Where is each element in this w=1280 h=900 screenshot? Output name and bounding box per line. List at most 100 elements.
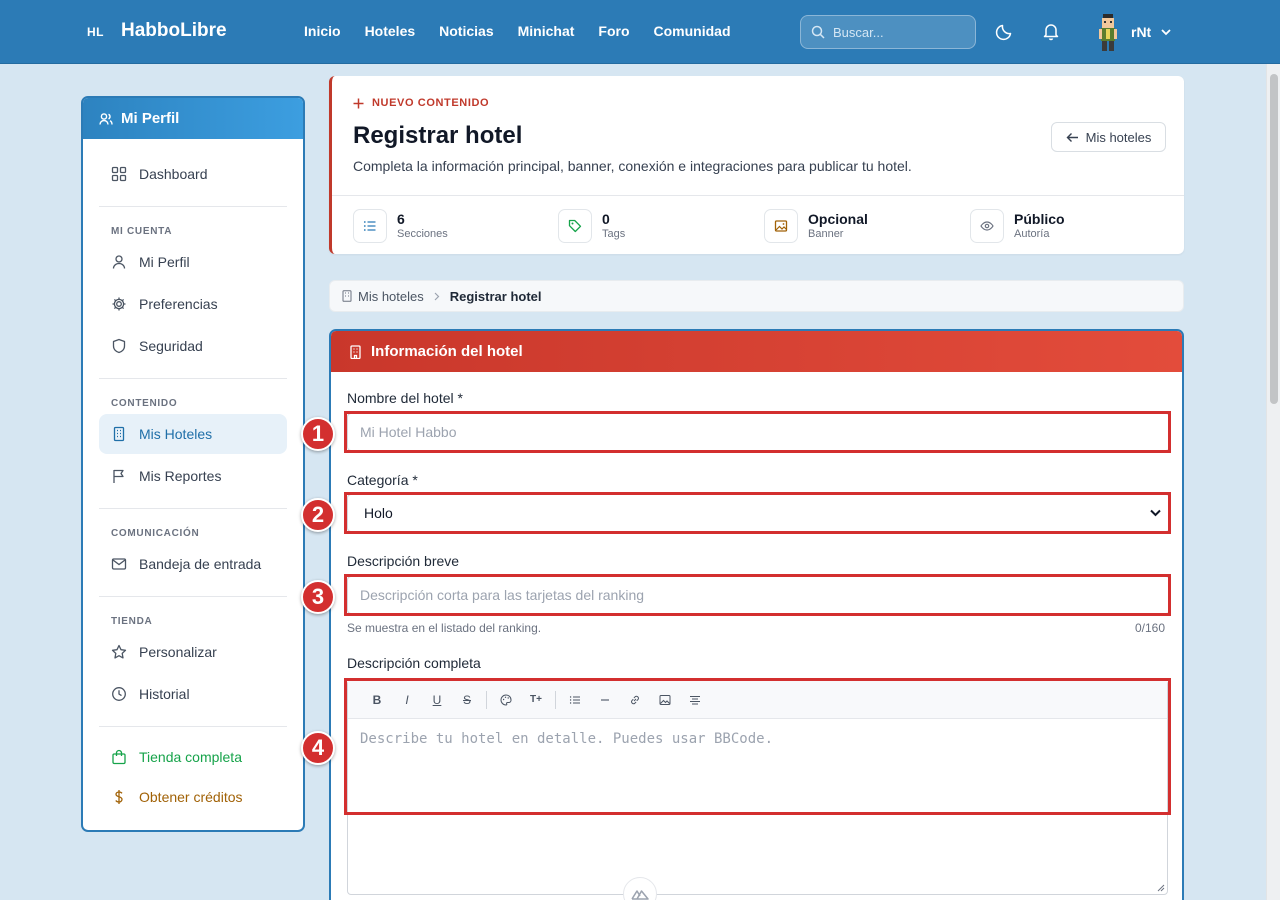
search-box[interactable]	[800, 15, 976, 49]
align-icon	[689, 694, 701, 706]
sidebar-item-get-credits[interactable]: Obtener créditos	[99, 777, 287, 817]
back-to-hotels-button[interactable]: Mis hoteles	[1051, 122, 1166, 152]
section-label-communication: COMUNICACIÓN	[111, 528, 200, 539]
hr-icon	[600, 695, 610, 705]
image-icon	[659, 694, 671, 706]
divider	[99, 596, 287, 597]
sidebar-item-preferences[interactable]: Preferencias	[99, 284, 287, 324]
list-icon	[569, 694, 581, 706]
avatar[interactable]	[1097, 13, 1119, 53]
hotel-name-input[interactable]	[348, 414, 1169, 450]
divider	[332, 195, 1184, 196]
nav-comunidad[interactable]: Comunidad	[654, 23, 731, 39]
breadcrumb-current: Registrar hotel	[449, 288, 542, 304]
character-counter: 0/160	[1135, 621, 1166, 635]
sidebar-title: Mi Perfil	[121, 110, 180, 127]
annotation-marker-4: 4	[301, 731, 335, 765]
sidebar-item-reports[interactable]: Mis Reportes	[99, 456, 287, 496]
sidebar-item-label: Historial	[139, 686, 190, 702]
user-icon	[111, 254, 127, 270]
eye-icon	[970, 209, 1004, 243]
category-selected-value: Holo	[364, 505, 393, 521]
moon-icon[interactable]	[995, 21, 1015, 41]
sidebar-item-label: Dashboard	[139, 166, 208, 182]
list-icon	[353, 209, 387, 243]
sidebar-item-dashboard[interactable]: Dashboard	[99, 154, 287, 194]
font-size-button[interactable]: T+	[521, 687, 551, 713]
chevron-down-icon	[1150, 509, 1161, 517]
strikethrough-button[interactable]: S	[452, 687, 482, 713]
image-icon	[764, 209, 798, 243]
nav-noticias[interactable]: Noticias	[439, 23, 493, 39]
sidebar-item-security[interactable]: Seguridad	[99, 326, 287, 366]
clock-icon	[111, 686, 127, 702]
stat-authorship: Público Autoría	[970, 208, 1065, 244]
scrollbar[interactable]	[1266, 64, 1280, 900]
star-icon	[111, 644, 127, 660]
sidebar-item-profile[interactable]: Mi Perfil	[99, 242, 287, 282]
breadcrumb-parent-link[interactable]: Mis hoteles	[358, 289, 424, 304]
bell-icon[interactable]	[1041, 21, 1061, 41]
resize-handle-icon[interactable]	[1157, 884, 1165, 892]
color-button[interactable]	[491, 687, 521, 713]
new-content-tag: NUEVO CONTENIDO	[353, 97, 489, 109]
sidebar-item-history[interactable]: Historial	[99, 674, 287, 714]
stat-sections: 6 Secciones	[353, 208, 448, 244]
link-icon	[629, 694, 641, 706]
short-description-input[interactable]	[348, 577, 1169, 613]
username[interactable]: rNt	[1131, 24, 1151, 40]
annotation-marker-1: 1	[301, 417, 335, 451]
nav-minichat[interactable]: Minichat	[518, 23, 575, 39]
link-button[interactable]	[620, 687, 650, 713]
sidebar-item-inbox[interactable]: Bandeja de entrada	[99, 544, 287, 584]
sidebar-item-label: Mi Perfil	[139, 254, 190, 270]
annotation-marker-2: 2	[301, 498, 335, 532]
horizontal-rule-button[interactable]	[590, 687, 620, 713]
profile-sidebar: Mi Perfil Dashboard MI CUENTA Mi Perfil …	[81, 96, 305, 832]
sidebar-item-label: Seguridad	[139, 338, 203, 354]
nav-inicio[interactable]: Inicio	[304, 23, 341, 39]
short-description-label: Descripción breve	[347, 553, 460, 569]
divider	[99, 508, 287, 509]
shield-icon	[111, 338, 127, 354]
sidebar-header: Mi Perfil	[83, 98, 303, 139]
search-input[interactable]	[833, 16, 971, 48]
full-description-label: Descripción completa	[347, 655, 481, 671]
list-button[interactable]	[560, 687, 590, 713]
sidebar-item-label: Preferencias	[139, 296, 218, 312]
align-center-button[interactable]	[680, 687, 710, 713]
short-description-hint: Se muestra en el listado del ranking.	[347, 621, 542, 635]
sidebar-item-full-shop[interactable]: Tienda completa	[99, 737, 287, 777]
arrow-left-icon	[1066, 131, 1079, 144]
palette-icon	[500, 693, 512, 706]
logo-mark[interactable]: HL	[87, 25, 104, 39]
image-button[interactable]	[650, 687, 680, 713]
stat-tags: 0 Tags	[558, 208, 625, 244]
section-label-account: MI CUENTA	[111, 226, 173, 237]
scrollbar-thumb[interactable]	[1270, 74, 1278, 404]
main-nav: Inicio Hoteles Noticias Minichat Foro Co…	[304, 23, 731, 39]
sidebar-item-customize[interactable]: Personalizar	[99, 632, 287, 672]
hotel-name-field[interactable]	[347, 413, 1170, 451]
category-select[interactable]: Holo	[347, 494, 1170, 532]
sidebar-item-hotels[interactable]: Mis Hoteles	[99, 414, 287, 454]
bold-button[interactable]: B	[362, 687, 392, 713]
short-description-field[interactable]	[347, 576, 1170, 614]
hotel-info-form: Información del hotel Nombre del hotel *…	[329, 329, 1184, 900]
toolbar-separator	[555, 690, 556, 709]
bbcode-editor: B I U S T+ Describe tu hotel en detalle.…	[347, 680, 1168, 895]
form-header: Información del hotel	[331, 331, 1182, 372]
site-logo[interactable]: HabboLibre	[121, 20, 227, 42]
toolbar-separator	[486, 690, 487, 709]
nav-foro[interactable]: Foro	[598, 23, 629, 39]
sidebar-item-label: Personalizar	[139, 644, 217, 660]
chevron-down-icon[interactable]	[1160, 26, 1172, 38]
full-description-textarea[interactable]: Describe tu hotel en detalle. Puedes usa…	[360, 731, 773, 747]
underline-button[interactable]: U	[422, 687, 452, 713]
annotation-marker-3: 3	[301, 580, 335, 614]
shopping-bag-icon	[111, 749, 127, 765]
building-icon	[349, 344, 362, 359]
nav-hoteles[interactable]: Hoteles	[365, 23, 416, 39]
italic-button[interactable]: I	[392, 687, 422, 713]
gear-icon	[111, 296, 127, 312]
